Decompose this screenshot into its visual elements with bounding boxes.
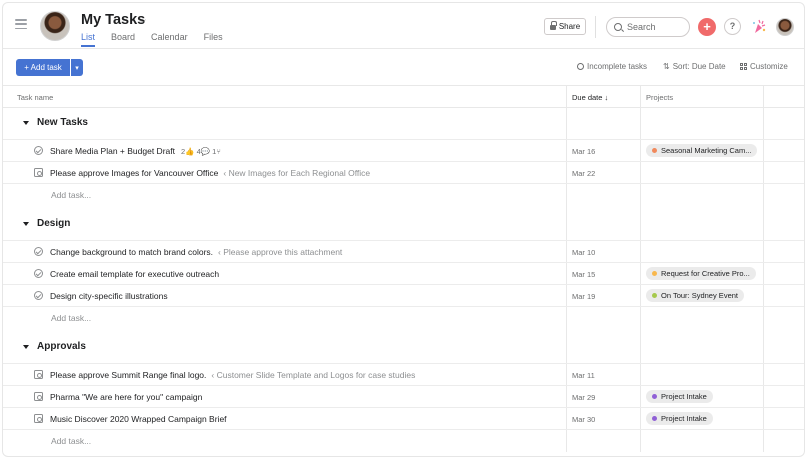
tab-list[interactable]: List — [81, 32, 96, 47]
collapse-triangle-icon[interactable] — [23, 221, 29, 226]
user-avatar[interactable] — [776, 18, 794, 36]
app-window: My Tasks ⌵ List Board Calendar Files Sha… — [2, 2, 805, 457]
section-title: Design — [37, 218, 71, 229]
approval-icon[interactable] — [34, 414, 43, 423]
due-date[interactable]: Mar 10 — [572, 248, 595, 257]
approval-icon[interactable] — [34, 392, 43, 401]
tab-board[interactable]: Board — [111, 32, 135, 46]
column-due-date[interactable]: Due date ↓ — [572, 93, 608, 102]
due-date[interactable]: Mar 15 — [572, 270, 595, 279]
menu-icon[interactable] — [15, 19, 27, 29]
add-task-row[interactable]: Add task... — [3, 183, 804, 205]
add-task-link[interactable]: Add task... — [51, 190, 91, 200]
task-name[interactable]: Design city-specific illustrations — [50, 291, 168, 301]
collapse-triangle-icon[interactable] — [23, 344, 29, 349]
add-task-button[interactable]: + Add task — [16, 59, 70, 76]
table-row[interactable]: Change background to match brand colors.… — [3, 240, 804, 262]
sort-button[interactable]: ⇅ Sort: Due Date — [663, 62, 726, 71]
check-circle-icon[interactable] — [34, 146, 43, 155]
check-circle-icon[interactable] — [34, 269, 43, 278]
collapse-triangle-icon[interactable] — [23, 120, 29, 125]
column-task-name[interactable]: Task name — [17, 93, 53, 102]
table-row[interactable]: Create email template for executive outr… — [3, 262, 804, 284]
table-row[interactable]: Please approve Images for Vancouver Offi… — [3, 161, 804, 183]
section-approvals[interactable]: Approvals — [23, 341, 86, 352]
table-row[interactable]: Share Media Plan + Budget Draft 2👍 4💬 1⑂ … — [3, 139, 804, 161]
task-name-text: Change background to match brand colors. — [50, 247, 214, 257]
table-row[interactable]: Please approve Summit Range final logo. ‹… — [3, 363, 804, 385]
task-meta: 2👍 4💬 1⑂ — [180, 147, 221, 156]
celebration-unicorn-icon[interactable] — [749, 16, 769, 36]
add-task-link[interactable]: Add task... — [51, 313, 91, 323]
due-date[interactable]: Mar 22 — [572, 169, 595, 178]
project-pill[interactable]: Project Intake — [646, 412, 713, 425]
task-name-text: Please approve Images for Vancouver Offi… — [50, 168, 219, 178]
check-circle-icon[interactable] — [34, 291, 43, 300]
due-date[interactable]: Mar 11 — [572, 371, 595, 380]
section-new-tasks[interactable]: New Tasks — [23, 117, 88, 128]
search-input[interactable]: Search — [606, 17, 690, 37]
divider — [595, 16, 596, 38]
quick-add-button[interactable]: + — [698, 18, 716, 36]
tab-files[interactable]: Files — [204, 32, 223, 46]
sort-icon: ⇅ — [663, 62, 670, 71]
incomplete-tasks-filter[interactable]: Incomplete tasks — [577, 62, 647, 71]
share-label: Share — [558, 22, 581, 31]
task-name[interactable]: Pharma "We are here for you" campaign — [50, 392, 202, 402]
section-title: Approvals — [37, 341, 86, 352]
approval-icon[interactable] — [34, 370, 43, 379]
table-row[interactable]: Music Discover 2020 Wrapped Campaign Bri… — [3, 407, 804, 429]
project-pill[interactable]: Request for Creative Pro... — [646, 267, 756, 280]
project-pill[interactable]: Seasonal Marketing Cam... — [646, 144, 758, 157]
parent-task-link[interactable]: ‹ Please approve this attachment — [218, 247, 342, 257]
task-name[interactable]: Change background to match brand colors.… — [50, 247, 342, 257]
help-button[interactable]: ? — [724, 18, 741, 35]
approval-icon[interactable] — [34, 168, 43, 177]
task-name[interactable]: Music Discover 2020 Wrapped Campaign Bri… — [50, 414, 227, 424]
page-title: My Tasks — [81, 12, 146, 28]
tab-calendar[interactable]: Calendar — [151, 32, 188, 46]
add-task-row[interactable]: Add task... — [3, 429, 804, 451]
due-date[interactable]: Mar 16 — [572, 147, 595, 156]
task-name[interactable]: Create email template for executive outr… — [50, 269, 219, 279]
task-name[interactable]: Please approve Images for Vancouver Offi… — [50, 168, 370, 178]
project-pill[interactable]: On Tour: Sydney Event — [646, 289, 744, 302]
task-name[interactable]: Please approve Summit Range final logo. ‹… — [50, 370, 415, 380]
customize-label: Customize — [750, 62, 788, 71]
parent-task-link[interactable]: ‹ Customer Slide Template and Logos for … — [211, 370, 415, 380]
add-task-link[interactable]: Add task... — [51, 436, 91, 446]
incomplete-tasks-label: Incomplete tasks — [587, 62, 648, 71]
section-title: New Tasks — [37, 117, 88, 128]
add-task-row[interactable]: Add task... — [3, 306, 804, 328]
view-tabs: List Board Calendar Files — [81, 32, 239, 47]
column-projects[interactable]: Projects — [646, 93, 673, 102]
search-icon — [614, 23, 622, 31]
sort-label: Sort: Due Date — [672, 62, 726, 71]
task-name-text: Share Media Plan + Budget Draft — [50, 146, 175, 156]
search-placeholder: Search — [627, 22, 656, 32]
due-date[interactable]: Mar 19 — [572, 292, 595, 301]
due-date[interactable]: Mar 29 — [572, 393, 595, 402]
table-row[interactable]: Design city-specific illustrations Mar 1… — [3, 284, 804, 306]
customize-icon — [740, 63, 747, 70]
task-name-text: Please approve Summit Range final logo. — [50, 370, 207, 380]
add-task-dropdown-icon[interactable]: ▾ — [71, 59, 83, 76]
chevron-down-icon[interactable]: ⌵ — [139, 15, 146, 26]
avatar[interactable] — [40, 11, 70, 41]
customize-button[interactable]: Customize — [740, 62, 788, 71]
project-pill[interactable]: Project Intake — [646, 390, 713, 403]
lock-icon — [549, 21, 557, 30]
table-row[interactable]: Pharma "We are here for you" campaign Ma… — [3, 385, 804, 407]
due-date[interactable]: Mar 30 — [572, 415, 595, 424]
share-button[interactable]: Share — [544, 18, 586, 35]
check-circle-icon[interactable] — [34, 247, 43, 256]
table-header: Task name Due date ↓ Projects — [3, 85, 804, 108]
section-design[interactable]: Design — [23, 218, 70, 229]
parent-task-link[interactable]: ‹ New Images for Each Regional Office — [223, 168, 370, 178]
check-circle-icon — [577, 63, 584, 70]
page-header: My Tasks ⌵ List Board Calendar Files Sha… — [3, 3, 804, 49]
task-name[interactable]: Share Media Plan + Budget Draft 2👍 4💬 1⑂ — [50, 146, 221, 156]
